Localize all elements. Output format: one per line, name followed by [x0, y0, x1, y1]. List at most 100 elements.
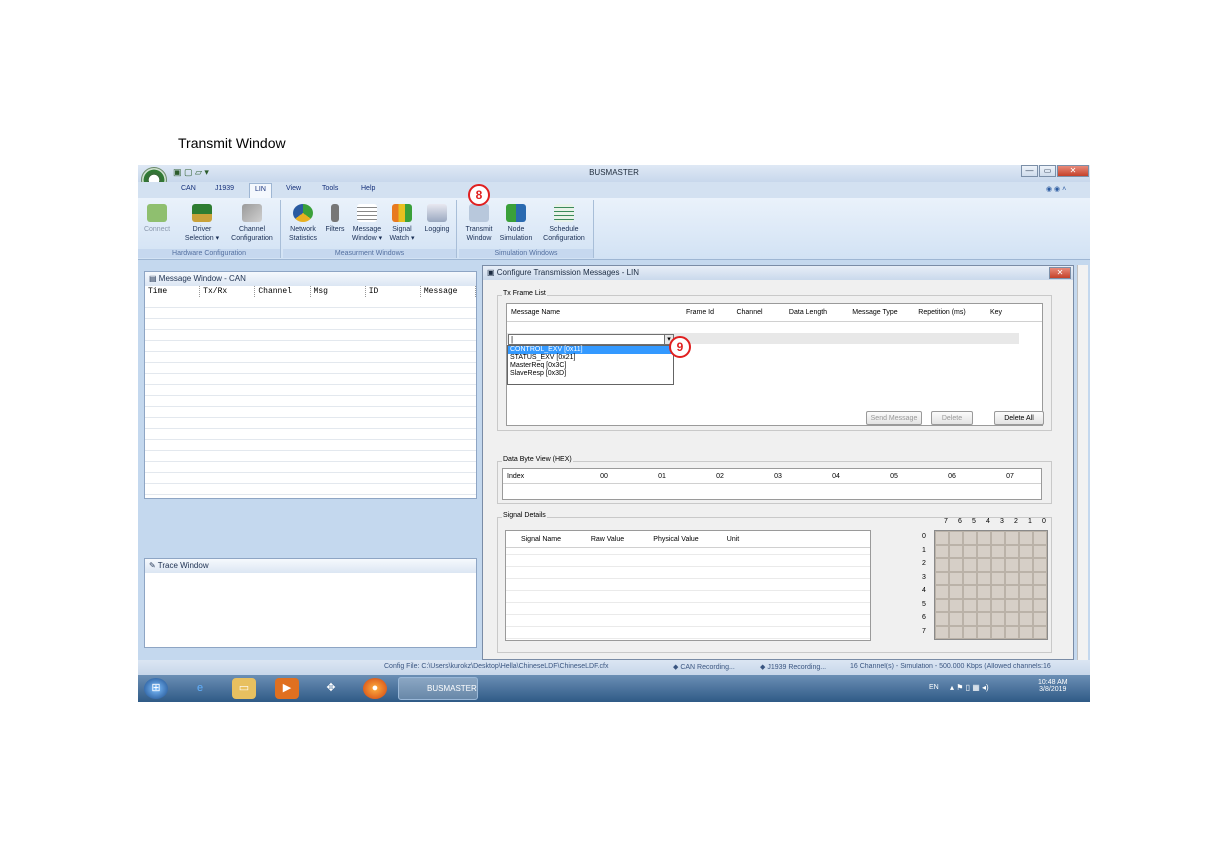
- col-txrx[interactable]: Tx/Rx: [200, 286, 256, 297]
- bit-cell: [977, 598, 991, 612]
- node-icon: [506, 204, 526, 222]
- dialog-title: ▣ Configure Transmission Messages - LIN: [483, 266, 1073, 280]
- dialog-close-button[interactable]: ✕: [1049, 267, 1071, 279]
- message-window-button[interactable]: Message Window ▾: [350, 204, 384, 243]
- bit-cell: [991, 598, 1005, 612]
- delete-all-button[interactable]: Delete All: [994, 411, 1044, 425]
- bit-cell: [991, 625, 1005, 639]
- message-name-dropdown: CONTROL_EXV [0x11] STATUS_EXV [0x21] Mas…: [507, 345, 674, 385]
- bit-cell: [963, 531, 977, 545]
- bit-cell: [1033, 625, 1047, 639]
- trace-window[interactable]: ✎ Trace Window: [144, 558, 477, 648]
- clock[interactable]: 10:48 AM 3/8/2019: [1038, 679, 1068, 693]
- schedule-configuration-button[interactable]: Schedule Configuration: [537, 204, 591, 243]
- message-name-combobox[interactable]: |: [508, 334, 666, 345]
- bit-cell: [1005, 544, 1019, 558]
- bit-cell: [1019, 558, 1033, 572]
- signal-grid[interactable]: Signal Name Raw Value Physical Value Uni…: [505, 530, 871, 641]
- bit-cell: [1033, 585, 1047, 599]
- bit-cell: [935, 531, 949, 545]
- bit-cell: [935, 558, 949, 572]
- tab-j1939[interactable]: J1939: [215, 185, 234, 192]
- node-simulation-button[interactable]: Node Simulation: [497, 204, 535, 243]
- j1939-recording-status: ◆ J1939 Recording...: [760, 664, 827, 671]
- col-time[interactable]: Time: [145, 286, 201, 297]
- bit-cell: [1019, 612, 1033, 626]
- filter-icon: [331, 204, 339, 222]
- tab-can[interactable]: CAN: [181, 185, 196, 192]
- option-slaveresp[interactable]: SlaveResp [0x3D]: [508, 370, 673, 378]
- logging-button[interactable]: Logging: [420, 204, 454, 234]
- group-hardware-configuration: Connect Driver Selection ▾ Channel Confi…: [138, 200, 281, 258]
- taskbar: ⊞ e ▭ ▶ ✥ ● BUSMASTER EN ▴ ⚑ ▯ ▦ ◂) 10:4…: [138, 675, 1090, 702]
- bit-cell: [1033, 598, 1047, 612]
- bit-cell: [977, 612, 991, 626]
- send-message-button[interactable]: Send Message: [866, 411, 922, 425]
- bit-cell: [977, 531, 991, 545]
- bit-cell: [963, 625, 977, 639]
- bit-cell: [1019, 598, 1033, 612]
- config-file-status: Config File: C:\Users\kurokz\Desktop\Hel…: [384, 663, 609, 670]
- bit-cell: [1005, 612, 1019, 626]
- tray-icons[interactable]: ▴ ⚑ ▯ ▦ ◂): [950, 683, 989, 692]
- connect-button[interactable]: Connect: [141, 204, 173, 234]
- tab-help[interactable]: Help: [361, 185, 375, 192]
- group-label: Hardware Configuration: [138, 249, 280, 258]
- bit-cell: [935, 585, 949, 599]
- schedule-icon: [554, 204, 574, 222]
- bit-cell: [977, 544, 991, 558]
- data-byte-grid[interactable]: Index 00 01 02 03 04 05 06 07: [502, 468, 1042, 500]
- network-tool-icon[interactable]: ✥: [319, 678, 343, 699]
- language-indicator[interactable]: EN: [929, 684, 939, 691]
- app-title: BUSMASTER: [589, 168, 639, 177]
- group-label: Measurment Windows: [283, 249, 456, 258]
- bit-cell: [1019, 531, 1033, 545]
- help-icon[interactable]: ◉ ◉ ˄: [1046, 185, 1066, 193]
- option-status-exv[interactable]: STATUS_EXV [0x21]: [508, 354, 673, 362]
- signal-watch-button[interactable]: Signal Watch ▾: [387, 204, 417, 243]
- close-button[interactable]: ✕: [1057, 165, 1089, 177]
- restore-button[interactable]: ▭: [1039, 165, 1056, 177]
- transmit-window-button[interactable]: Transmit Window: [461, 204, 497, 243]
- bit-cell: [1033, 558, 1047, 572]
- tab-view[interactable]: View: [286, 185, 301, 192]
- bit-cell: [977, 571, 991, 585]
- message-grid-body: [145, 297, 476, 495]
- bit-cell: [935, 625, 949, 639]
- bit-cell: [963, 571, 977, 585]
- option-control-exv[interactable]: CONTROL_EXV [0x11]: [508, 346, 673, 354]
- option-masterreq[interactable]: MasterReq [0x3C]: [508, 362, 673, 370]
- bit-cell: [949, 544, 963, 558]
- signal-grid-header: Signal Name Raw Value Physical Value Uni…: [506, 531, 870, 548]
- channel-configuration-button[interactable]: Channel Configuration: [226, 204, 278, 243]
- start-button[interactable]: ⊞: [144, 678, 168, 699]
- main-scrollbar[interactable]: [1077, 265, 1088, 660]
- col-msg[interactable]: Msg: [311, 286, 366, 297]
- bit-cell: [935, 612, 949, 626]
- internet-explorer-icon[interactable]: e: [188, 678, 212, 699]
- quick-access-toolbar[interactable]: ▣ ▢ ▱ ▾: [173, 167, 209, 178]
- message-window[interactable]: ▤ Message Window - CAN Time Tx/Rx Channe…: [144, 271, 477, 499]
- delete-button[interactable]: Delete: [931, 411, 973, 425]
- bit-cell: [991, 585, 1005, 599]
- minimize-button[interactable]: —: [1021, 165, 1038, 177]
- col-message[interactable]: Message: [421, 286, 477, 297]
- bit-cell: [963, 598, 977, 612]
- media-player-icon[interactable]: ▶: [275, 678, 299, 699]
- tab-lin[interactable]: LIN: [249, 183, 272, 198]
- firefox-icon[interactable]: ●: [363, 678, 387, 699]
- network-statistics-button[interactable]: Network Statistics: [285, 204, 321, 243]
- bit-cell: [1005, 531, 1019, 545]
- bit-cell: [1033, 531, 1047, 545]
- bit-cell: [949, 625, 963, 639]
- filters-button[interactable]: Filters: [323, 204, 347, 234]
- driver-selection-button[interactable]: Driver Selection ▾: [181, 204, 223, 243]
- tab-tools[interactable]: Tools: [322, 185, 338, 192]
- message-window-title: ▤ Message Window - CAN: [145, 272, 476, 286]
- taskbar-busmaster[interactable]: BUSMASTER: [398, 677, 478, 700]
- col-id[interactable]: ID: [366, 286, 421, 297]
- can-recording-status: ◆ CAN Recording...: [673, 664, 735, 671]
- col-channel[interactable]: Channel: [255, 286, 311, 297]
- byte-row-labels: 0123 4567: [922, 533, 926, 635]
- file-explorer-icon[interactable]: ▭: [232, 678, 256, 699]
